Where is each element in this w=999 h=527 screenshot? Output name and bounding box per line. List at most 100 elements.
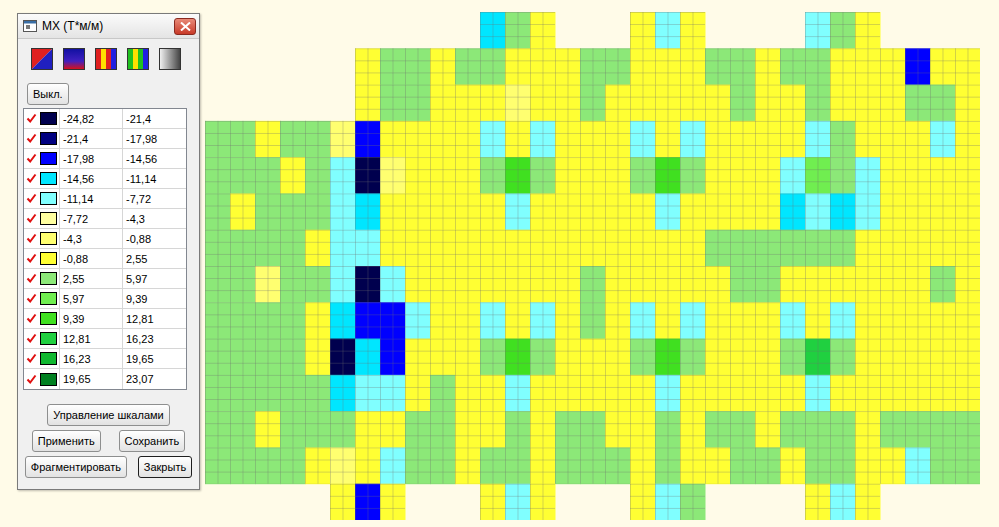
legend-row[interactable]: -0,88 2,55: [24, 249, 186, 269]
legend-checkbox[interactable]: [24, 329, 38, 348]
legend-checkbox[interactable]: [24, 169, 38, 188]
palette-button[interactable]: [94, 47, 118, 71]
range-to: -14,56: [123, 149, 186, 168]
range-to: -0,88: [123, 229, 186, 248]
range-to: -7,72: [123, 189, 186, 208]
title-bar[interactable]: MX (Т*м/м): [18, 14, 199, 39]
legend-row[interactable]: -21,4 -17,98: [24, 129, 186, 149]
color-swatch: [40, 192, 57, 205]
range-from: -0,88: [60, 249, 123, 268]
close-icon: [180, 22, 191, 31]
legend-row[interactable]: -4,3 -0,88: [24, 229, 186, 249]
color-swatch: [40, 352, 57, 365]
color-swatch: [40, 252, 57, 265]
color-swatch: [40, 373, 57, 386]
mesh-overlay: [205, 12, 980, 520]
legend-checkbox[interactable]: [24, 369, 38, 389]
legend-checkbox[interactable]: [24, 129, 38, 148]
legend-row[interactable]: 5,97 9,39: [24, 289, 186, 309]
color-swatch: [40, 312, 57, 325]
check-icon: [26, 333, 37, 344]
range-to: -4,3: [123, 209, 186, 228]
red-yellow-blue-palette-icon: [95, 48, 117, 70]
range-to: 12,81: [123, 309, 186, 328]
range-to: 5,97: [123, 269, 186, 288]
range-to: 23,07: [123, 369, 186, 389]
range-from: 16,23: [60, 349, 123, 368]
action-button[interactable]: Закрыть: [138, 456, 192, 478]
check-icon: [26, 253, 37, 264]
legend-row[interactable]: 2,55 5,97: [24, 269, 186, 289]
color-swatch: [40, 172, 57, 185]
window-title: MX (Т*м/м): [42, 19, 169, 33]
action-button[interactable]: Сохранить: [119, 430, 186, 452]
check-icon: [26, 273, 37, 284]
range-from: -24,82: [60, 109, 123, 128]
legend-row[interactable]: 16,23 19,65: [24, 349, 186, 369]
range-from: -21,4: [60, 129, 123, 148]
color-swatch: [40, 232, 57, 245]
action-button[interactable]: Фрагментировать: [25, 456, 127, 478]
color-swatch: [40, 112, 57, 125]
color-swatch: [40, 132, 57, 145]
action-button[interactable]: Применить: [32, 430, 101, 452]
legend-row[interactable]: -24,82 -21,4: [24, 109, 186, 129]
legend-row[interactable]: -17,98 -14,56: [24, 149, 186, 169]
range-from: 5,97: [60, 289, 123, 308]
color-swatch: [40, 332, 57, 345]
color-swatch: [40, 292, 57, 305]
range-from: -7,72: [60, 209, 123, 228]
legend-checkbox[interactable]: [24, 249, 38, 268]
palette-toolbar: [18, 39, 199, 71]
range-from: -17,98: [60, 149, 123, 168]
range-from: 12,81: [60, 329, 123, 348]
legend-row[interactable]: 19,65 23,07: [24, 369, 186, 389]
legend-window[interactable]: MX (Т*м/м) Выкл. -24,82 -21,4 -21,4 -17,…: [17, 13, 200, 490]
range-from: 9,39: [60, 309, 123, 328]
toggle-button[interactable]: Выкл.: [27, 83, 69, 105]
palette-button[interactable]: [62, 47, 86, 71]
check-icon: [26, 173, 37, 184]
legend-checkbox[interactable]: [24, 309, 38, 328]
palette-button[interactable]: [126, 47, 150, 71]
color-swatch: [40, 272, 57, 285]
range-to: 2,55: [123, 249, 186, 268]
range-from: -14,56: [60, 169, 123, 188]
diagonal-palette-icon: [31, 48, 53, 70]
gray-palette-icon: [159, 48, 181, 70]
check-icon: [26, 133, 37, 144]
range-to: -21,4: [123, 109, 186, 128]
check-icon: [26, 193, 37, 204]
legend-checkbox[interactable]: [24, 189, 38, 208]
range-from: 19,65: [60, 369, 123, 389]
legend-checkbox[interactable]: [24, 269, 38, 288]
check-icon: [26, 374, 37, 385]
legend-row[interactable]: -14,56 -11,14: [24, 169, 186, 189]
range-to: 16,23: [123, 329, 186, 348]
legend-checkbox[interactable]: [24, 289, 38, 308]
color-swatch: [40, 212, 57, 225]
legend-checkbox[interactable]: [24, 109, 38, 128]
check-icon: [26, 213, 37, 224]
action-buttons: Управление шкалами Применить Сохранить Фраг…: [18, 390, 199, 478]
range-to: 19,65: [123, 349, 186, 368]
check-icon: [26, 293, 37, 304]
legend-row[interactable]: 9,39 12,81: [24, 309, 186, 329]
check-icon: [26, 313, 37, 324]
action-button[interactable]: Управление шкалами: [47, 404, 169, 426]
close-button[interactable]: [174, 18, 196, 35]
palette-button[interactable]: [30, 47, 54, 71]
legend-checkbox[interactable]: [24, 349, 38, 368]
legend-row[interactable]: -7,72 -4,3: [24, 209, 186, 229]
legend-checkbox[interactable]: [24, 209, 38, 228]
window-icon: [23, 20, 37, 32]
legend-row[interactable]: -11,14 -7,72: [24, 189, 186, 209]
check-icon: [26, 153, 37, 164]
legend-checkbox[interactable]: [24, 229, 38, 248]
legend-row[interactable]: 12,81 16,23: [24, 329, 186, 349]
legend-checkbox[interactable]: [24, 149, 38, 168]
green-yellow-blue-palette-icon: [127, 48, 149, 70]
gradient-palette-icon: [63, 48, 85, 70]
legend-list: -24,82 -21,4 -21,4 -17,98 -17,98 -14,56 …: [23, 108, 187, 390]
palette-button[interactable]: [158, 47, 182, 71]
